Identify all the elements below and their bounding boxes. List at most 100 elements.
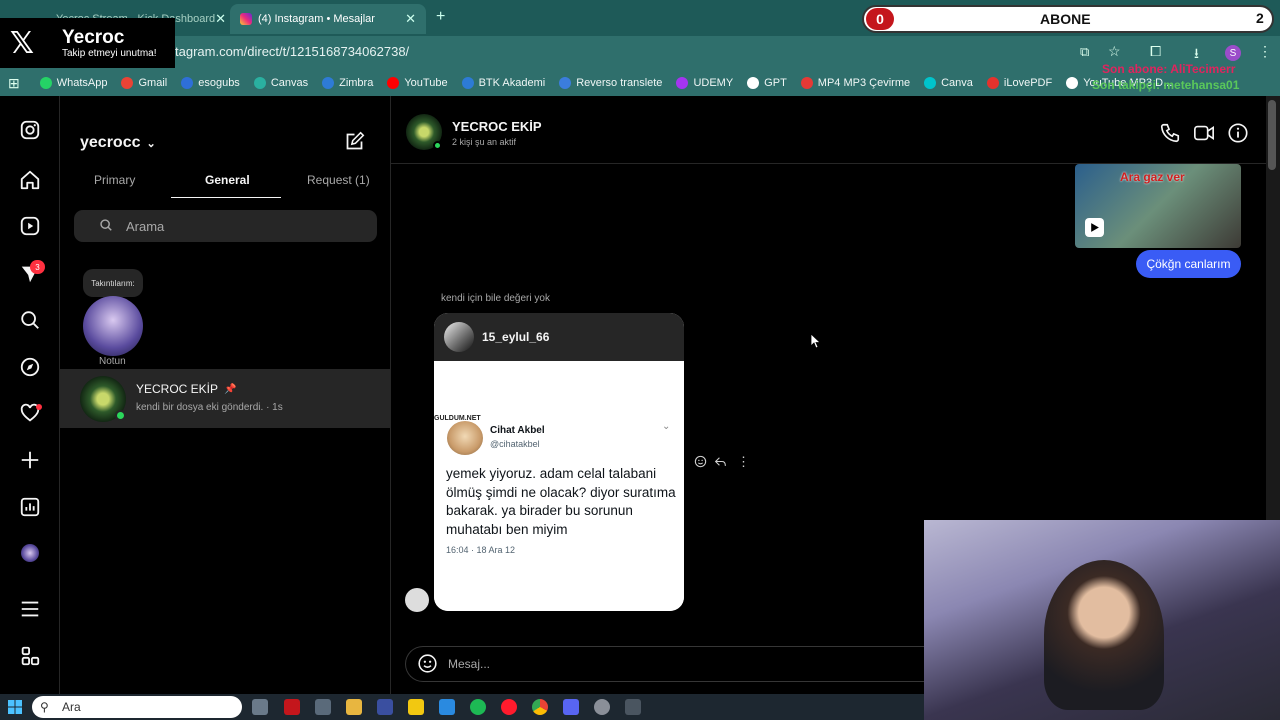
note-bubble[interactable]: Takıntılarım: bbox=[83, 269, 143, 297]
conversation-title-row: YECROC EKİP 📌 bbox=[136, 382, 236, 396]
scrollbar-thumb[interactable] bbox=[1268, 100, 1276, 170]
tab-label: (4) Instagram • Mesajlar bbox=[258, 13, 375, 25]
emoji-picker-icon[interactable] bbox=[417, 653, 438, 679]
messages-badge: 3 bbox=[30, 260, 45, 274]
taskbar-search[interactable]: Ara bbox=[32, 696, 242, 718]
bookmark-item[interactable]: Canvas bbox=[253, 77, 309, 89]
explore-icon[interactable] bbox=[18, 355, 42, 379]
bookmark-item[interactable]: WhatsApp bbox=[39, 77, 107, 89]
profile-avatar[interactable] bbox=[21, 544, 39, 562]
online-status-dot-icon bbox=[115, 410, 126, 421]
also-from-meta-icon[interactable] bbox=[18, 644, 42, 668]
account-switcher[interactable]: yecrocc ⌄ bbox=[80, 134, 156, 152]
obs-icon[interactable] bbox=[594, 699, 610, 715]
video-call-icon[interactable] bbox=[1193, 122, 1215, 149]
note-avatar[interactable] bbox=[83, 296, 143, 356]
sender-avatar[interactable] bbox=[405, 588, 429, 612]
channel-subtitle: Takip etmeyi unutma! bbox=[62, 47, 157, 59]
more-options-icon[interactable]: ⋮ bbox=[737, 454, 750, 470]
reels-icon[interactable] bbox=[18, 214, 42, 238]
bookmark-item[interactable]: Gmail bbox=[121, 77, 167, 89]
tweet-image: GULDUM.NET Cihat Akbel @cihatakbel ⌄ yem… bbox=[434, 361, 684, 611]
bookmark-item[interactable]: MP4 MP3 Çevirme bbox=[800, 77, 910, 89]
extensions-icon[interactable]: ⧠ bbox=[1150, 43, 1161, 60]
new-tab-button[interactable]: + bbox=[436, 8, 445, 26]
bookmark-item[interactable]: iLovePDF bbox=[986, 77, 1053, 89]
bookmark-label: iLovePDF bbox=[1003, 77, 1053, 89]
audio-call-icon[interactable] bbox=[1159, 122, 1181, 149]
bookmark-favicon-icon bbox=[559, 77, 572, 89]
channel-name: Yecroc bbox=[62, 26, 125, 48]
chevron-down-icon: ⌄ bbox=[146, 137, 156, 150]
bookmark-item[interactable]: YouTube bbox=[387, 77, 448, 89]
shared-post-card[interactable]: 15_eylul_66 GULDUM.NET Cihat Akbel @ciha… bbox=[434, 313, 684, 611]
spotify-icon[interactable] bbox=[470, 699, 486, 715]
bookmark-item[interactable]: BTK Akademi bbox=[461, 77, 545, 89]
app-icon[interactable] bbox=[377, 699, 393, 715]
tweet-handle: @cihatakbel bbox=[490, 439, 540, 449]
sticky-notes-icon[interactable] bbox=[408, 699, 424, 715]
tab-general[interactable]: General bbox=[205, 173, 250, 187]
settings-icon[interactable] bbox=[315, 699, 331, 715]
conversation-name: YECROC EKİP bbox=[136, 382, 219, 396]
bookmark-item[interactable]: Zimbra bbox=[322, 77, 373, 89]
url-field[interactable]: tagram.com/direct/t/1215168734062738/ bbox=[175, 44, 409, 59]
new-message-icon[interactable] bbox=[344, 131, 365, 157]
menu-icon[interactable]: ⋮ bbox=[1258, 43, 1272, 60]
app-icon[interactable] bbox=[625, 699, 641, 715]
bookmark-star-icon[interactable]: ☆ bbox=[1108, 43, 1121, 60]
apps-grid-icon[interactable]: ⊞ bbox=[8, 75, 20, 92]
bookmark-favicon-icon bbox=[181, 77, 194, 89]
instagram-favicon-icon bbox=[240, 13, 252, 25]
chat-title[interactable]: YECROC EKİP bbox=[452, 119, 542, 134]
bookmark-item[interactable]: Canva bbox=[924, 77, 973, 89]
webcam-overlay bbox=[924, 520, 1280, 720]
bookmark-item[interactable]: UDEMY bbox=[676, 77, 733, 89]
search-input[interactable] bbox=[74, 210, 377, 242]
app-icon[interactable] bbox=[284, 699, 300, 715]
post-author-name: 15_eylul_66 bbox=[482, 330, 550, 344]
discord-icon[interactable] bbox=[563, 699, 579, 715]
reply-icon[interactable] bbox=[714, 455, 727, 473]
react-emoji-icon[interactable] bbox=[694, 455, 707, 473]
create-plus-icon[interactable] bbox=[18, 448, 42, 472]
dashboard-icon[interactable] bbox=[18, 495, 42, 519]
edge-icon[interactable] bbox=[439, 699, 455, 715]
chrome-icon[interactable] bbox=[532, 699, 548, 715]
mouse-cursor-icon bbox=[810, 333, 822, 354]
note-label: Notun bbox=[99, 356, 126, 367]
tab-instagram[interactable]: (4) Instagram • Mesajlar ✕ bbox=[230, 4, 426, 34]
bookmark-label: Canvas bbox=[270, 77, 309, 89]
windows-start-icon[interactable] bbox=[8, 700, 22, 719]
task-view-icon[interactable] bbox=[252, 699, 268, 715]
profile-avatar[interactable]: S bbox=[1225, 45, 1241, 61]
conversation-info-icon[interactable] bbox=[1227, 122, 1249, 149]
watermark: GULDUM.NET bbox=[434, 415, 481, 422]
bookmark-item[interactable]: esogubs bbox=[181, 77, 240, 89]
search-icon: ⚲ bbox=[40, 700, 49, 714]
bookmark-label: GPT bbox=[764, 77, 787, 89]
streamer-figure bbox=[1044, 560, 1164, 710]
bookmark-label: Canva bbox=[941, 77, 973, 89]
close-icon[interactable]: ✕ bbox=[215, 11, 225, 27]
play-icon[interactable] bbox=[1085, 218, 1104, 237]
x-logo-icon: 𝕏 bbox=[9, 25, 35, 61]
bookmark-favicon-icon bbox=[387, 77, 400, 89]
opera-icon[interactable] bbox=[501, 699, 517, 715]
instagram-logo-icon[interactable] bbox=[18, 118, 42, 142]
file-explorer-icon[interactable] bbox=[346, 699, 362, 715]
bookmark-favicon-icon bbox=[322, 77, 335, 89]
bookmark-label: Gmail bbox=[138, 77, 168, 89]
close-icon[interactable]: ✕ bbox=[405, 11, 416, 27]
bookmark-favicon-icon bbox=[1066, 77, 1079, 89]
more-menu-icon[interactable] bbox=[18, 597, 42, 621]
bookmark-item[interactable]: GPT bbox=[747, 77, 787, 89]
tab-request[interactable]: Request (1) bbox=[307, 173, 370, 187]
install-app-icon[interactable]: ⧉ bbox=[1080, 44, 1089, 60]
search-icon[interactable] bbox=[18, 308, 42, 332]
bookmark-item[interactable]: Reverso translete bbox=[559, 77, 662, 89]
tab-primary[interactable]: Primary bbox=[94, 173, 135, 187]
home-icon[interactable] bbox=[18, 168, 42, 192]
message-input[interactable]: Mesaj... bbox=[448, 657, 490, 671]
sent-message-bubble[interactable]: Çökğn canlarım bbox=[1136, 250, 1241, 278]
